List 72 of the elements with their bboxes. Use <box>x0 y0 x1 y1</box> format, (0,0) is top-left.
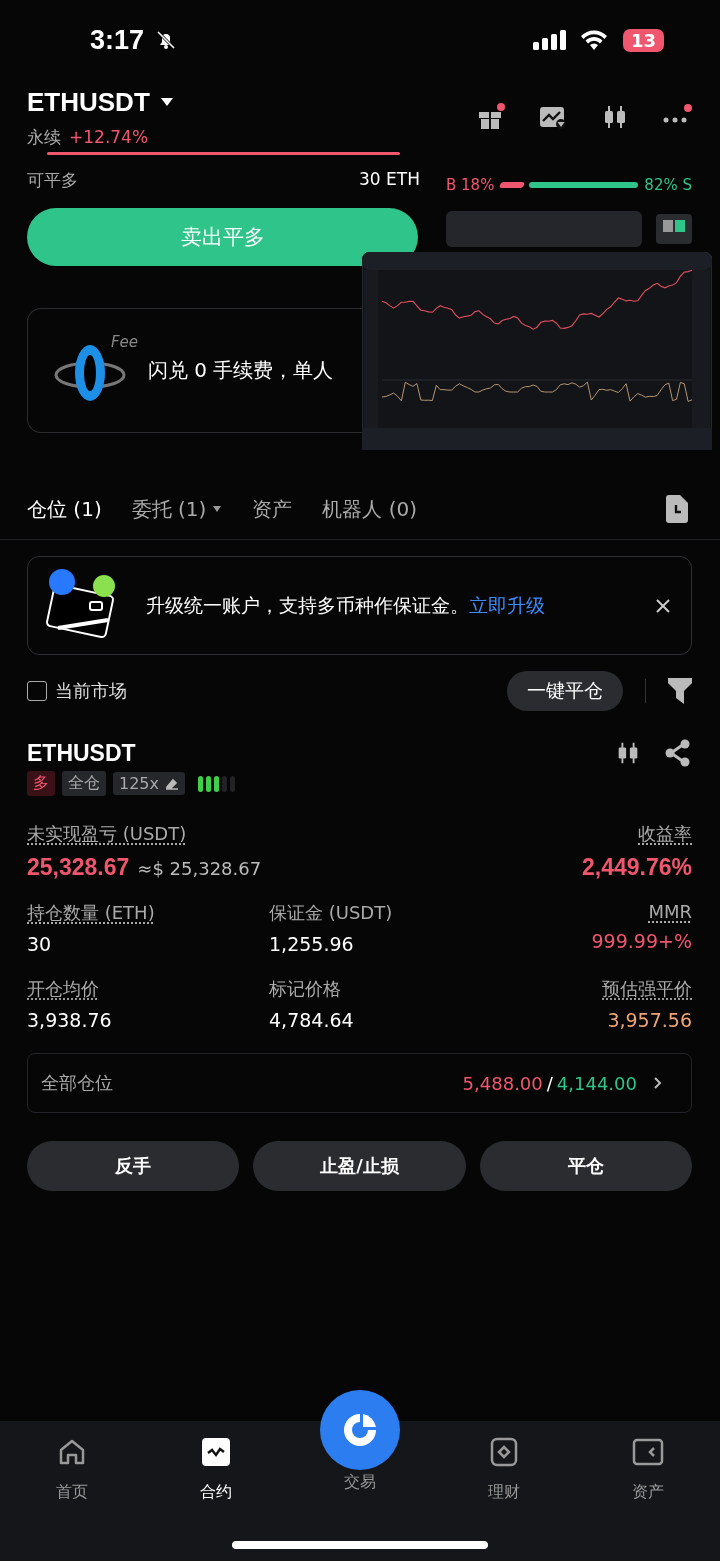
separator-slash: / <box>546 1072 553 1094</box>
all-positions-label: 全部仓位 <box>41 1071 113 1095</box>
risk-meter <box>198 775 235 792</box>
action-button[interactable]: 平仓 <box>479 1141 692 1191</box>
share-icon[interactable] <box>664 739 692 767</box>
upgrade-text: 升级统一账户，支持多币种作保证金。立即升级 <box>146 592 546 618</box>
short-total: 4,144.00 <box>556 1072 637 1094</box>
stat-value: 3,957.56 <box>607 1009 692 1031</box>
diamond-card-icon <box>488 1436 520 1468</box>
gift-icon[interactable] <box>476 102 506 132</box>
nav-item[interactable]: 交易 <box>288 1389 432 1494</box>
available-label: 可平多 <box>27 169 78 192</box>
wallet-icon <box>632 1436 664 1468</box>
side-tag: 多 <box>27 771 55 796</box>
stat-label: 开仓均价 <box>27 977 100 1001</box>
promo-text: 闪兑 0 手续费，单人 <box>148 357 334 384</box>
stat-value: 3,938.76 <box>27 1009 113 1031</box>
promo-card[interactable]: Fee 闪兑 0 手续费，单人 <box>27 308 362 433</box>
tab[interactable]: 机器人 (0) <box>322 495 418 523</box>
roi-value: 2,449.76% <box>582 854 692 881</box>
caret-icon[interactable] <box>212 505 223 513</box>
all-positions-row[interactable]: 全部仓位 5,488.00 / 4,144.00 <box>27 1053 692 1113</box>
close-all-button[interactable]: 一键平仓 <box>507 671 623 711</box>
battery-indicator: 13 <box>622 28 664 52</box>
stat-value: 1,255.96 <box>269 933 355 955</box>
layout-toggle-icon[interactable] <box>656 214 692 244</box>
tab[interactable]: 资产 <box>252 495 293 523</box>
action-button[interactable]: 止盈/止损 <box>253 1141 466 1191</box>
symbol-title[interactable]: ETHUSDT <box>27 86 150 118</box>
nav-item[interactable]: 资产 <box>576 1435 720 1504</box>
status-time: 3:17 <box>90 24 145 56</box>
history-icon[interactable] <box>664 495 690 523</box>
action-button[interactable]: 反手 <box>27 1141 240 1191</box>
pnl-usd-value: ≈$ 25,328.67 <box>137 858 262 879</box>
contract-type: 永续 <box>27 125 61 149</box>
close-icon[interactable] <box>655 597 671 614</box>
unrealized-pnl-value: 25,328.67 <box>27 854 130 881</box>
signal-icon <box>532 29 569 51</box>
available-value: 30 ETH <box>359 169 420 191</box>
edit-icon[interactable] <box>165 777 179 790</box>
tab[interactable]: 仓位 (1) <box>27 495 102 523</box>
sell-ratio: 82% S <box>644 176 692 194</box>
wifi-icon <box>578 29 609 51</box>
unrealized-pnl-label: 未实现盈亏 (USDT) <box>27 822 188 846</box>
chevron-right-icon <box>653 1076 663 1090</box>
position-symbol: ETHUSDT <box>27 739 136 767</box>
price-change: +12.74% <box>69 127 149 147</box>
caret-icon[interactable] <box>159 97 174 107</box>
stat-value: 4,784.64 <box>269 1009 355 1031</box>
leverage-tag[interactable]: 125x <box>113 772 185 795</box>
pulse-chart-icon <box>200 1436 232 1468</box>
stat-label: 保证金 (USDT) <box>269 901 394 925</box>
tab[interactable]: 委托 (1) <box>131 495 223 523</box>
stat-label: MMR <box>648 901 692 922</box>
long-total: 5,488.00 <box>462 1072 543 1094</box>
stat-label: 持仓数量 (ETH) <box>27 901 156 925</box>
fee-label: Fee <box>110 332 138 351</box>
buy-ratio: B 18% <box>446 176 495 194</box>
upgrade-link[interactable]: 立即升级 <box>469 593 545 616</box>
margin-mode-tag: 全仓 <box>62 771 106 796</box>
stat-value: 999.99+% <box>591 930 692 952</box>
stat-value: 30 <box>27 933 53 955</box>
nav-item[interactable]: 理财 <box>432 1435 576 1504</box>
input-field[interactable] <box>446 211 642 247</box>
current-market-label[interactable]: 当前市场 <box>55 679 127 703</box>
nav-item[interactable]: 合约 <box>144 1435 288 1504</box>
nav-item[interactable]: 首页 <box>0 1435 144 1504</box>
roi-label: 收益率 <box>638 822 692 846</box>
checkbox[interactable] <box>27 681 47 701</box>
filter-icon[interactable] <box>668 678 692 704</box>
stat-label: 预估强平价 <box>602 977 692 1001</box>
stat-label: 标记价格 <box>269 977 342 1001</box>
